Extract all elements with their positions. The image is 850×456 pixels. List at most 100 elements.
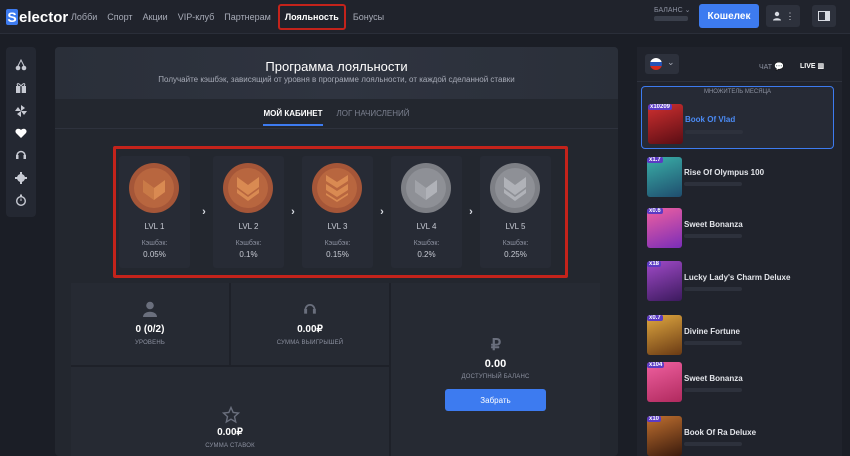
cashback-label: Кэшбэк: <box>502 240 529 247</box>
player-name-placeholder <box>684 234 742 238</box>
game-thumbnail: x18 <box>647 261 682 301</box>
chevron-down-icon: ⌄ <box>667 57 675 67</box>
tab-live[interactable]: LIVE ▥ <box>800 62 824 70</box>
cashback-value: 0.1% <box>239 250 258 259</box>
player-name-placeholder <box>684 341 742 345</box>
chevron-right-icon: › <box>291 206 295 218</box>
bets-value: 0.00₽ <box>217 427 243 438</box>
level-card-2: LVL 2 Кэшбэк: 0.1% <box>213 156 284 268</box>
game-thumbnail: x1.7 <box>647 157 682 197</box>
game-row[interactable]: x104 Sweet Bonanza <box>641 362 834 410</box>
game-row[interactable]: x1.7 Rise Of Olympus 100 <box>641 157 834 205</box>
nav-vip-club[interactable]: VIP-клуб <box>173 12 220 22</box>
level-card-5: LVL 5 Кэшбэк: 0.25% <box>480 156 551 268</box>
level-label: УРОВЕНЬ <box>134 340 166 346</box>
nav-promotions[interactable]: Акции <box>138 12 173 22</box>
multiplier-badge: x104 <box>647 362 665 368</box>
nav-lobby[interactable]: Лобби <box>66 12 102 22</box>
cherries-icon[interactable] <box>15 59 27 71</box>
claim-button[interactable]: Забрать <box>445 389 546 411</box>
available-balance-label: ДОСТУПНЫЙ БАЛАНС <box>461 374 530 380</box>
nav-partners[interactable]: Партнерам <box>219 12 276 22</box>
cashback-value: 0.2% <box>417 250 436 259</box>
divider <box>637 81 842 82</box>
game-thumbnail: x0.7 <box>647 315 682 355</box>
wallet-button[interactable]: Кошелек <box>699 4 759 28</box>
game-thumbnail: x0.6 <box>647 208 682 248</box>
balance-label[interactable]: БАЛАНС ⌄ <box>654 6 690 14</box>
level-card-1: LVL 1 Кэшбэк: 0.05% <box>119 156 190 268</box>
level-name: LVL 1 <box>144 222 165 231</box>
level-name: LVL 5 <box>505 222 526 231</box>
language-select[interactable]: ⌄ <box>645 54 679 74</box>
game-thumbnail: x10209 <box>648 104 683 144</box>
game-thumbnail: x104 <box>647 362 682 402</box>
available-balance-value: 0.00 <box>484 358 507 370</box>
logo-text: elector <box>19 8 69 26</box>
left-rail <box>6 47 36 217</box>
sidebar-toggle-button[interactable] <box>812 5 836 27</box>
tab-accrual-log[interactable]: ЛОГ НАЧИСЛЕНИЙ <box>337 109 410 126</box>
nav-sport[interactable]: Спорт <box>102 12 137 22</box>
game-row[interactable]: x10 Book Of Ra Deluxe <box>641 416 834 456</box>
stats-panel: 0 (0/2) УРОВЕНЬ 0.00₽ СУММА ВЫИГРЫШЕЙ 0.… <box>71 283 600 456</box>
game-row[interactable]: x0.6 Sweet Bonanza <box>641 208 834 256</box>
star-icon <box>222 406 240 424</box>
cashback-label: Кэшбэк: <box>141 240 168 247</box>
player-name-placeholder <box>684 182 742 186</box>
chat-bubble-icon: 💬 <box>774 62 784 71</box>
winnings-value: 0.00₽ <box>297 324 323 335</box>
nav-bonuses[interactable]: Бонусы <box>348 12 389 22</box>
levels-highlight: LVL 1 Кэшбэк: 0.05% › LVL 2 Кэшбэк: 0.1%… <box>113 146 568 278</box>
gear-icon[interactable] <box>15 172 27 184</box>
silver-medal-icon <box>490 163 540 213</box>
multiplier-badge: x0.7 <box>647 315 663 321</box>
level-name: LVL 4 <box>416 222 437 231</box>
game-name: Lucky Lady's Charm Deluxe <box>684 273 791 282</box>
pinwheel-icon[interactable] <box>15 105 27 117</box>
multiplier-badge: x0.6 <box>647 208 663 214</box>
game-name: Divine Fortune <box>684 327 741 336</box>
bets-label: СУММА СТАВОК <box>205 443 255 449</box>
tab-chat[interactable]: ЧАТ 💬 <box>759 62 784 71</box>
game-row[interactable]: x18 Lucky Lady's Charm Deluxe <box>641 261 834 309</box>
player-name-placeholder <box>685 130 743 134</box>
gift-icon[interactable] <box>15 82 27 94</box>
chevron-right-icon: › <box>202 206 206 218</box>
multiplier-badge: x10 <box>647 416 662 422</box>
tab-my-account[interactable]: МОЙ КАБИНЕТ <box>263 109 323 126</box>
game-name: Rise Of Olympus 100 <box>684 168 765 177</box>
player-name-placeholder <box>684 388 742 392</box>
heart-icon[interactable] <box>15 127 27 139</box>
nav-loyalty[interactable]: Лояльность <box>277 4 346 30</box>
multiplier-badge: x1.7 <box>647 157 663 163</box>
game-name: Book Of Vlad <box>685 115 736 124</box>
copper-medal-icon <box>223 163 273 213</box>
logo[interactable]: S elector <box>6 8 68 26</box>
live-chart-icon: ▥ <box>817 63 825 70</box>
game-name: Sweet Bonanza <box>684 220 743 229</box>
chevron-down-icon: ⌄ <box>684 7 691 14</box>
headset-icon[interactable] <box>15 149 27 161</box>
user-icon <box>143 301 157 317</box>
stopwatch-icon[interactable] <box>15 194 27 206</box>
main-nav: Лобби Спорт Акции VIP-клуб Партнерам Лоя… <box>66 0 389 34</box>
game-thumbnail: x10 <box>647 416 682 456</box>
russia-flag-icon <box>650 58 662 70</box>
copper-medal-icon <box>129 163 179 213</box>
cashback-label: Кэшбэк: <box>324 240 351 247</box>
winnings-label: СУММА ВЫИГРЫШЕЙ <box>276 340 344 346</box>
profile-button[interactable]: ⋮ <box>766 5 800 27</box>
game-row[interactable]: x0.7 Divine Fortune <box>641 315 834 363</box>
level-name: LVL 3 <box>327 222 348 231</box>
page-subtitle: Получайте кэшбэк, зависящий от уровня в … <box>158 75 515 84</box>
chevron-right-icon: › <box>380 206 384 218</box>
featured-game[interactable]: МНОЖИТЕЛЬ МЕСЯЦА x10209 Book Of Vlad <box>641 86 834 149</box>
cashback-label: Кэшбэк: <box>235 240 262 247</box>
divider <box>55 128 618 129</box>
ruble-icon: ₽ <box>490 337 502 354</box>
page-title: Программа лояльности <box>265 59 408 74</box>
loyalty-panel: Программа лояльности Получайте кэшбэк, з… <box>55 47 618 456</box>
game-name: Sweet Bonanza <box>684 374 743 383</box>
right-panel: ⌄ ЧАТ 💬 LIVE ▥ МНОЖИТЕЛЬ МЕСЯЦА x10209 B… <box>637 47 842 456</box>
